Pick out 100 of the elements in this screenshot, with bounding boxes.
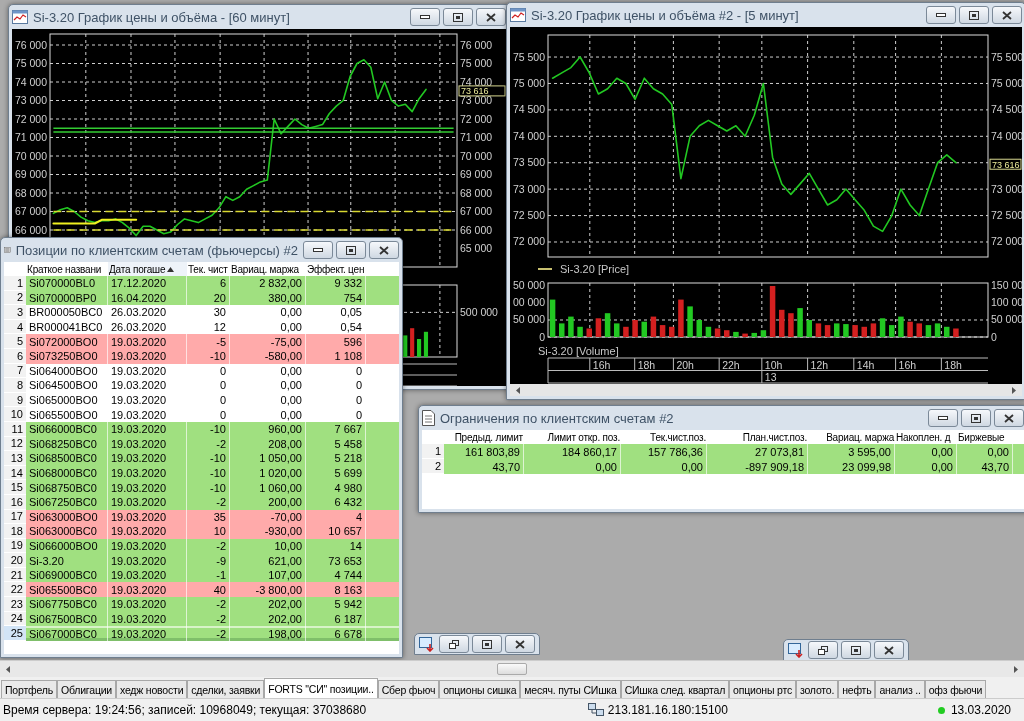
- volume-bar: [669, 326, 675, 337]
- column-header[interactable]: Эффект. цен: [306, 262, 366, 276]
- table-cell: 0,00: [621, 459, 707, 474]
- close-button[interactable]: [476, 8, 506, 26]
- tab[interactable]: Облигации: [56, 680, 117, 698]
- table-row[interactable]: 43,70 0,00 0,00 -897 909,18 23 099,98 0,00 43,70: [444, 459, 1024, 474]
- tab[interactable]: хедж новости: [116, 680, 188, 698]
- window-add-icon: [419, 636, 435, 652]
- column-header[interactable]: Биржевые: [957, 430, 1013, 444]
- tab[interactable]: FORTS "СИ" позиции..: [264, 678, 378, 698]
- table-cell: 19.03.2020: [108, 480, 187, 495]
- tab[interactable]: анализ ..: [875, 680, 925, 698]
- tab[interactable]: нефть: [838, 680, 876, 698]
- minimized-window[interactable]: [783, 639, 909, 660]
- minimized-window[interactable]: [414, 633, 540, 655]
- table-row[interactable]: Si068750BC0 19.03.2020 -10 1 060,00 4 980: [26, 480, 399, 495]
- close-icon: [884, 645, 894, 655]
- tab[interactable]: сделки, заявки: [187, 680, 265, 698]
- table-cell: 596: [306, 334, 366, 349]
- column-header[interactable]: План.чист.поз.: [707, 430, 808, 444]
- restore-button[interactable]: [439, 635, 469, 653]
- date-label: 13: [764, 371, 777, 383]
- table-row[interactable]: Si067750BC0 19.03.2020 -2 202,00 5 942: [26, 597, 399, 612]
- column-header[interactable]: Тек.чист.поз.: [621, 430, 707, 444]
- legend-label: Si-3.20 [Volume]: [538, 344, 619, 357]
- maximize-button[interactable]: [841, 641, 871, 659]
- close-button[interactable]: [874, 641, 904, 659]
- time-label: 14h: [856, 358, 875, 371]
- close-button[interactable]: [369, 241, 399, 259]
- sort-ascending-icon: [167, 266, 175, 272]
- close-button[interactable]: [994, 409, 1024, 427]
- maximize-button[interactable]: [472, 635, 502, 653]
- axis-label: 72 000: [991, 235, 1022, 248]
- maximize-button[interactable]: [443, 8, 473, 26]
- row-number: 2: [422, 459, 444, 474]
- volume-bar: [934, 323, 941, 337]
- tab[interactable]: Сбер фьюч: [377, 680, 440, 698]
- column-header[interactable]: Накоплен. д: [895, 430, 957, 444]
- minimize-button[interactable]: [410, 8, 440, 26]
- table-row[interactable]: Si068500BC0 19.03.2020 -10 1 050,00 5 218: [26, 451, 399, 466]
- table-cell: 23 099,98: [808, 459, 895, 474]
- table-cell: -580,00: [230, 348, 306, 364]
- maximize-button[interactable]: [961, 409, 991, 427]
- maximize-icon: [346, 245, 356, 255]
- table-cell: Si067250BC0: [26, 494, 108, 510]
- column-header[interactable]: Тек. чист: [187, 262, 230, 276]
- horizontal-scrollbar[interactable]: [0, 660, 1024, 677]
- maximize-button[interactable]: [336, 241, 366, 259]
- table-row[interactable]: Si063000BC0 19.03.2020 10 -930,00 10 657: [26, 524, 399, 539]
- table-cell: -10: [187, 348, 230, 364]
- axis-label: 75 000: [14, 57, 47, 69]
- axis-label: 72 500: [512, 209, 545, 222]
- column-header[interactable]: Предыд. лимит: [444, 430, 524, 444]
- column-header[interactable]: Краткое названи: [26, 262, 108, 276]
- table-cell: -9: [187, 553, 230, 568]
- minimize-button[interactable]: [926, 6, 956, 24]
- axis-label: 50 000: [991, 313, 1022, 326]
- table-cell: 5 218: [306, 451, 366, 466]
- tab[interactable]: СИшка след. квартал: [620, 680, 730, 698]
- left-arrow-icon[interactable]: [514, 385, 522, 395]
- scrollbar-thumb[interactable]: [497, 663, 527, 675]
- tab[interactable]: офз фьючи: [924, 680, 987, 698]
- row-number: 20: [4, 553, 26, 568]
- horizontal-scrollbar[interactable]: [510, 384, 1022, 396]
- time-label: 22h: [722, 358, 740, 371]
- minimize-button[interactable]: [928, 409, 958, 427]
- tab[interactable]: месяч. путы СИшка: [520, 680, 621, 698]
- tab[interactable]: золото.: [795, 680, 839, 698]
- table-cell: 10 657: [306, 524, 366, 539]
- table-row[interactable]: Si-3.20 19.03.2020 -9 621,00 73 653: [26, 553, 399, 568]
- table-row[interactable]: Si065500BC0 19.03.2020 40 -3 800,00 8 163: [26, 582, 399, 598]
- table-row[interactable]: Si067000BC0 19.03.2020 -2 198,00 6 678: [26, 626, 399, 641]
- close-button[interactable]: [505, 635, 535, 653]
- table-row[interactable]: 161 803,89 184 860,17 157 786,36 27 073,81 3 595,00 0,00 0,00: [444, 444, 1024, 459]
- axis-label: 73 000: [991, 182, 1022, 195]
- close-button[interactable]: [992, 6, 1022, 24]
- restore-button[interactable]: [808, 641, 838, 659]
- left-arrow-icon[interactable]: [4, 664, 12, 674]
- right-arrow-icon[interactable]: [1010, 385, 1018, 395]
- tab[interactable]: Портфель: [1, 680, 57, 698]
- table-cell: -10: [187, 451, 230, 466]
- maximize-button[interactable]: [959, 6, 989, 24]
- tab[interactable]: опционы сишка: [439, 680, 521, 698]
- table-row[interactable]: Si070000BL0 17.12.2020 6 2 832,00 9 332: [26, 276, 399, 291]
- axis-label: 75 500: [991, 50, 1022, 63]
- table-cell: 0,00: [895, 459, 957, 474]
- table-row[interactable]: Si072000BO0 19.03.2020 -5 -75,00 596: [26, 334, 399, 349]
- minimize-button[interactable]: [303, 241, 333, 259]
- minimize-icon: [420, 15, 430, 19]
- table-cell: 19.03.2020: [108, 348, 187, 364]
- axis-label: 74 000: [991, 129, 1022, 142]
- axis-label: 0: [991, 330, 997, 343]
- column-header[interactable]: Вариац. маржа: [230, 262, 306, 276]
- tab[interactable]: опционы ртс: [729, 680, 796, 698]
- right-arrow-icon[interactable]: [1012, 664, 1020, 674]
- restore-icon: [818, 645, 828, 655]
- column-header[interactable]: Дата погаше: [108, 262, 187, 276]
- column-header[interactable]: Лимит откр. поз.: [524, 430, 621, 444]
- column-header[interactable]: Вариац. маржа: [808, 430, 895, 444]
- table-cell: 0,00: [524, 459, 621, 474]
